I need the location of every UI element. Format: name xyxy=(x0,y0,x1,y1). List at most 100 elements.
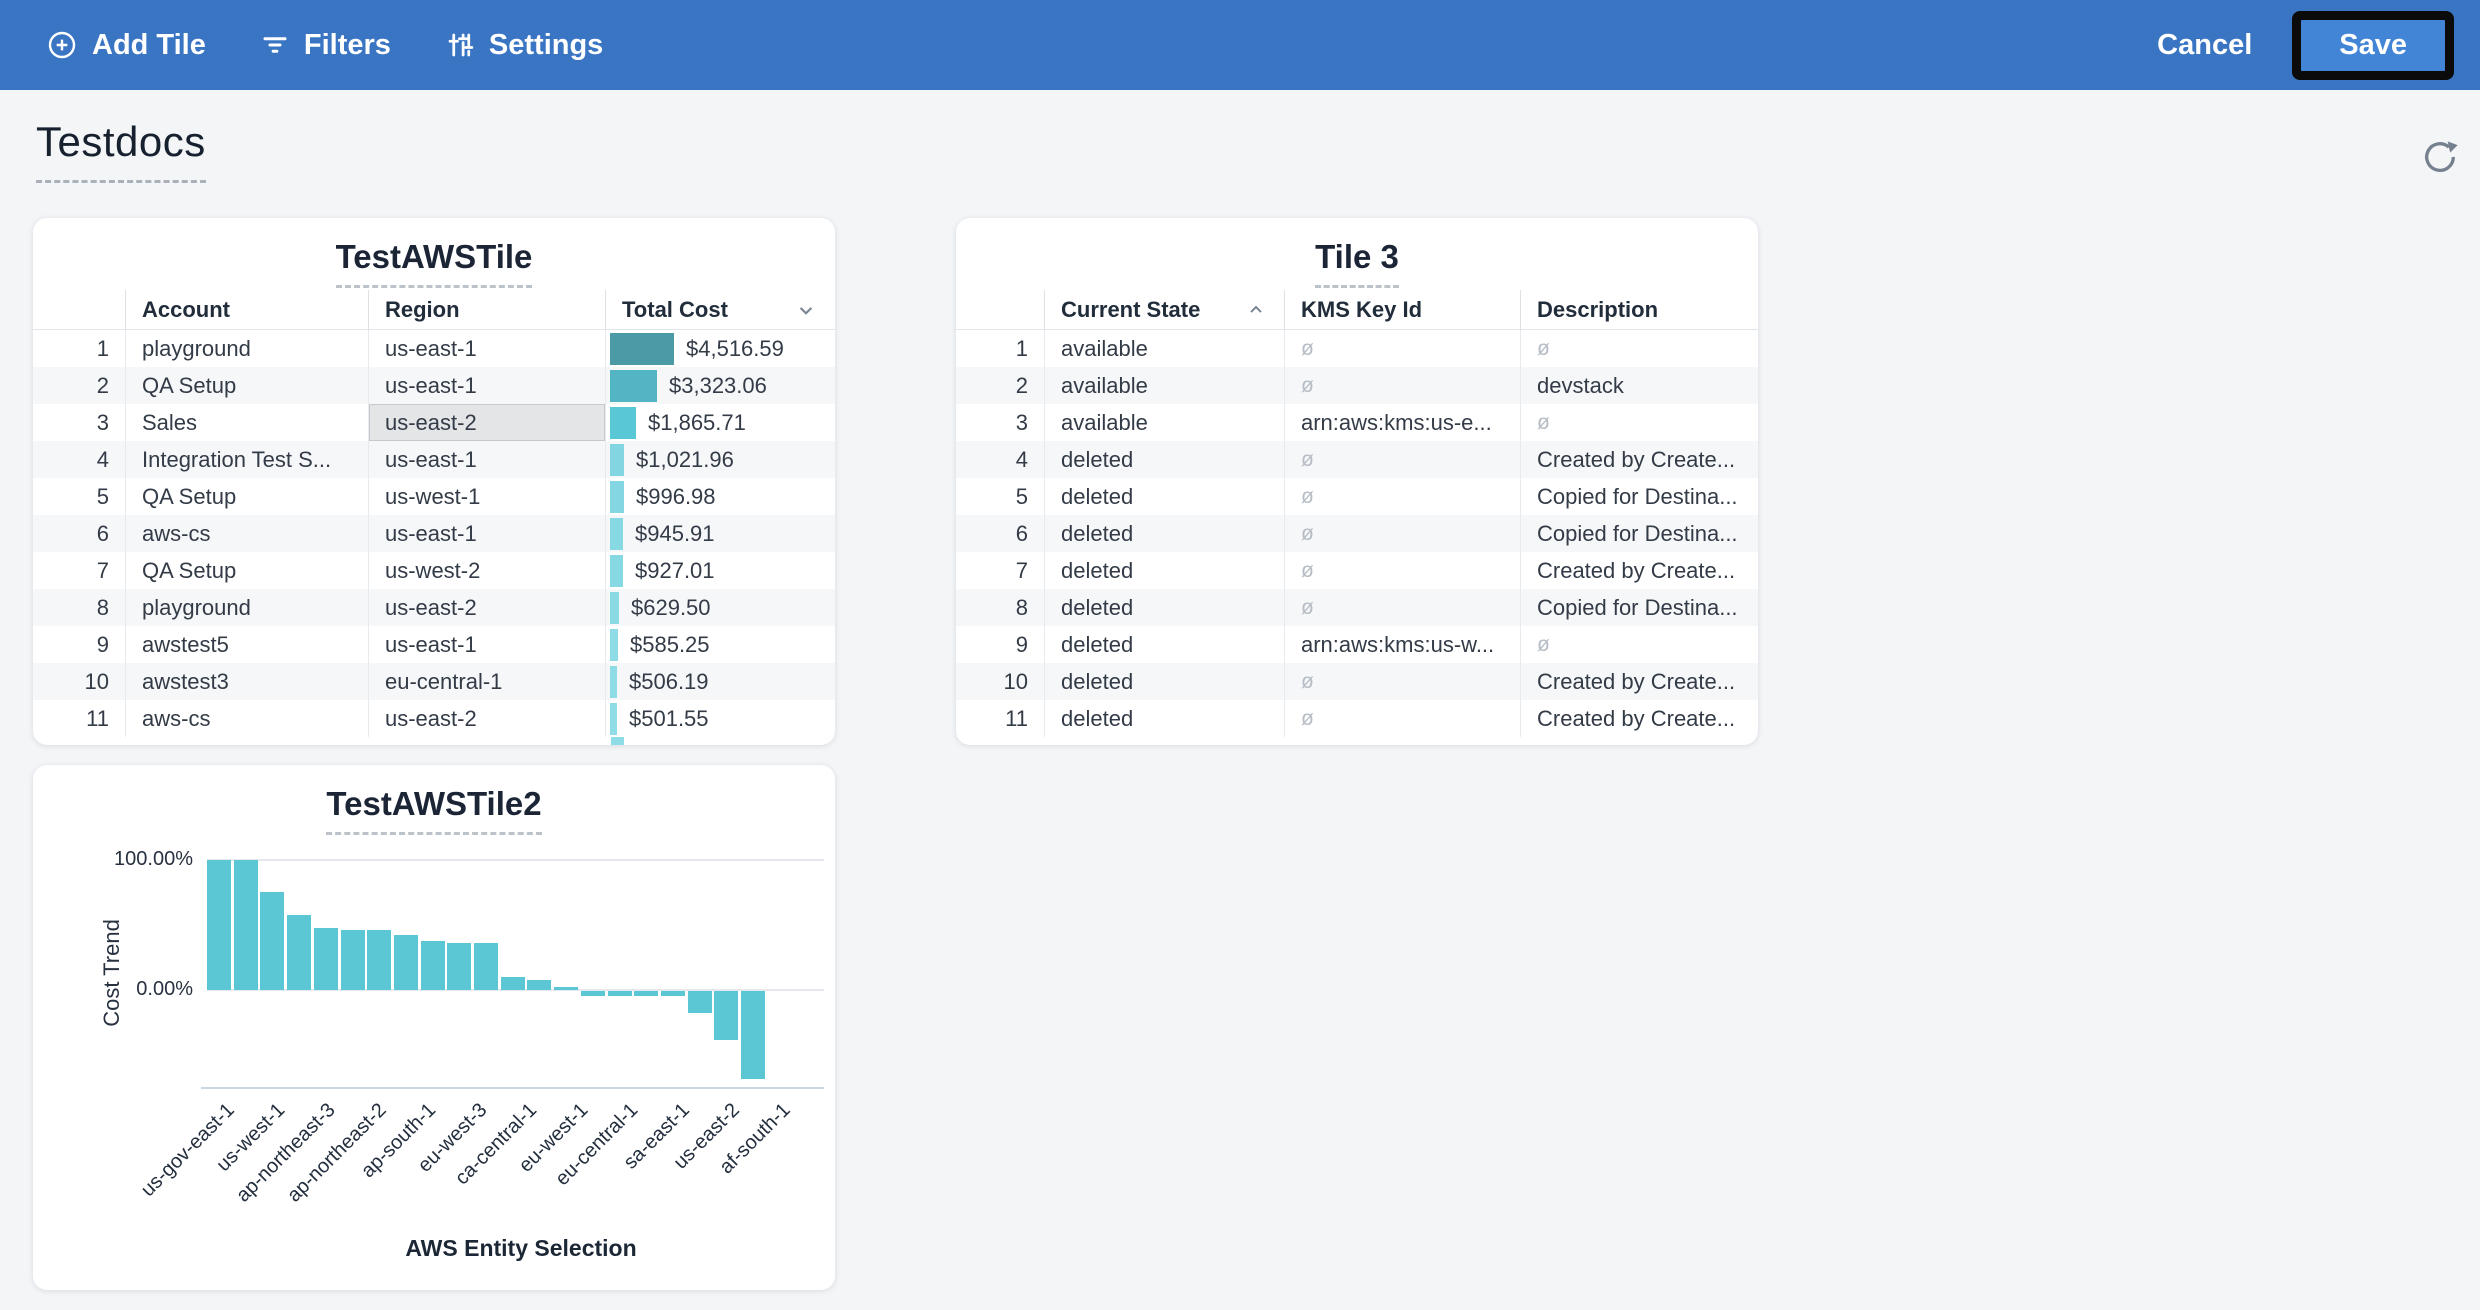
description-cell[interactable]: Copied for Destina... xyxy=(1520,515,1758,552)
total-cost-cell[interactable]: $506.19 xyxy=(605,663,835,700)
total-cost-cell[interactable]: $996.98 xyxy=(605,478,835,515)
bar[interactable] xyxy=(421,941,445,990)
bar[interactable] xyxy=(741,991,765,1079)
total-cost-cell[interactable]: $945.91 xyxy=(605,515,835,552)
current-state-cell[interactable]: deleted xyxy=(1044,478,1284,515)
bar[interactable] xyxy=(207,860,231,990)
kms-key-id-cell[interactable]: ø xyxy=(1284,367,1520,404)
account-cell[interactable]: Sales xyxy=(125,404,368,441)
bar[interactable] xyxy=(608,991,632,996)
save-button[interactable]: Save xyxy=(2301,20,2445,71)
bar[interactable] xyxy=(287,915,311,990)
account-cell[interactable]: QA Setup xyxy=(125,478,368,515)
current-state-cell[interactable]: deleted xyxy=(1044,663,1284,700)
kms-key-id-cell[interactable]: ø xyxy=(1284,515,1520,552)
account-cell[interactable]: aws-cs xyxy=(125,700,368,737)
settings-button[interactable]: Settings xyxy=(445,29,603,62)
region-cell[interactable]: us-east-2 xyxy=(368,404,605,441)
current-state-cell[interactable]: deleted xyxy=(1044,626,1284,663)
total-cost-cell[interactable]: $1,021.96 xyxy=(605,441,835,478)
bar[interactable] xyxy=(260,892,284,990)
account-cell[interactable]: awstest5 xyxy=(125,626,368,663)
refresh-button[interactable] xyxy=(2418,136,2462,180)
region-cell[interactable]: us-east-1 xyxy=(368,626,605,663)
bar[interactable] xyxy=(234,860,258,990)
description-cell[interactable]: Copied for Destina... xyxy=(1520,589,1758,626)
bar-chart[interactable]: 100.00% 0.00% Cost Trend us-gov-east-1us… xyxy=(33,765,835,1290)
column-header-current-state[interactable]: Current State xyxy=(1044,290,1284,329)
column-header-kms-key-id[interactable]: KMS Key Id xyxy=(1284,290,1520,329)
total-cost-cell[interactable]: $4,516.59 xyxy=(605,330,835,367)
column-header-description[interactable]: Description xyxy=(1520,290,1758,329)
current-state-cell[interactable]: available xyxy=(1044,404,1284,441)
bar[interactable] xyxy=(341,930,365,990)
description-cell[interactable]: devstack xyxy=(1520,367,1758,404)
description-cell[interactable]: Created by Create... xyxy=(1520,441,1758,478)
bar[interactable] xyxy=(714,991,738,1040)
total-cost-cell[interactable]: $1,865.71 xyxy=(605,404,835,441)
region-cell[interactable]: us-east-1 xyxy=(368,367,605,404)
column-header-region[interactable]: Region xyxy=(368,290,605,329)
account-cell[interactable]: aws-cs xyxy=(125,515,368,552)
region-cell[interactable]: us-east-2 xyxy=(368,589,605,626)
region-cell[interactable]: us-east-1 xyxy=(368,441,605,478)
current-state-cell[interactable]: deleted xyxy=(1044,700,1284,737)
region-cell[interactable]: us-east-2 xyxy=(368,700,605,737)
region-cell[interactable]: us-west-2 xyxy=(368,552,605,589)
cancel-button[interactable]: Cancel xyxy=(2157,29,2252,62)
account-cell[interactable]: awstest3 xyxy=(125,663,368,700)
description-cell[interactable]: ø xyxy=(1520,626,1758,663)
account-cell[interactable]: QA Setup xyxy=(125,367,368,404)
bar[interactable] xyxy=(474,943,498,990)
kms-key-id-cell[interactable]: arn:aws:kms:us-w... xyxy=(1284,626,1520,663)
bar[interactable] xyxy=(501,977,525,990)
description-cell[interactable]: Created by Create... xyxy=(1520,552,1758,589)
kms-key-id-cell[interactable]: ø xyxy=(1284,330,1520,367)
account-cell[interactable]: QA Setup xyxy=(125,552,368,589)
current-state-cell[interactable]: deleted xyxy=(1044,441,1284,478)
region-cell[interactable]: us-east-1 xyxy=(368,330,605,367)
kms-key-id-cell[interactable]: arn:aws:kms:us-e... xyxy=(1284,404,1520,441)
bar[interactable] xyxy=(367,930,391,990)
description-cell[interactable]: Created by Create... xyxy=(1520,663,1758,700)
column-header-account[interactable]: Account xyxy=(125,290,368,329)
bar[interactable] xyxy=(581,991,605,996)
bar[interactable] xyxy=(394,935,418,990)
kms-key-id-cell[interactable]: ø xyxy=(1284,700,1520,737)
region-cell[interactable]: us-east-1 xyxy=(368,515,605,552)
column-header-total-cost[interactable]: Total Cost xyxy=(605,290,835,329)
total-cost-cell[interactable]: $501.55 xyxy=(605,700,835,737)
bar[interactable] xyxy=(634,991,658,996)
current-state-cell[interactable]: deleted xyxy=(1044,589,1284,626)
current-state-cell[interactable]: available xyxy=(1044,330,1284,367)
current-state-cell[interactable]: deleted xyxy=(1044,515,1284,552)
add-tile-button[interactable]: Add Tile xyxy=(46,29,206,62)
total-cost-cell[interactable]: $629.50 xyxy=(605,589,835,626)
kms-key-id-cell[interactable]: ø xyxy=(1284,589,1520,626)
current-state-cell[interactable]: deleted xyxy=(1044,552,1284,589)
total-cost-cell[interactable]: $585.25 xyxy=(605,626,835,663)
account-cell[interactable]: Integration Test S... xyxy=(125,441,368,478)
total-cost-cell[interactable]: $3,323.06 xyxy=(605,367,835,404)
description-cell[interactable]: ø xyxy=(1520,404,1758,441)
kms-key-id-cell[interactable]: ø xyxy=(1284,441,1520,478)
filters-button[interactable]: Filters xyxy=(260,29,391,62)
total-cost-cell[interactable]: $927.01 xyxy=(605,552,835,589)
kms-key-id-cell[interactable]: ø xyxy=(1284,478,1520,515)
current-state-cell[interactable]: available xyxy=(1044,367,1284,404)
bar[interactable] xyxy=(527,980,551,990)
account-cell[interactable]: playground xyxy=(125,589,368,626)
region-cell[interactable]: eu-central-1 xyxy=(368,663,605,700)
bar[interactable] xyxy=(447,943,471,990)
account-cell[interactable]: playground xyxy=(125,330,368,367)
kms-key-id-cell[interactable]: ø xyxy=(1284,552,1520,589)
bar[interactable] xyxy=(688,991,712,1013)
bar[interactable] xyxy=(314,928,338,990)
kms-key-id-cell[interactable]: ø xyxy=(1284,663,1520,700)
description-cell[interactable]: Copied for Destina... xyxy=(1520,478,1758,515)
bar[interactable] xyxy=(554,987,578,990)
region-cell[interactable]: us-west-1 xyxy=(368,478,605,515)
bar[interactable] xyxy=(661,991,685,996)
description-cell[interactable]: Created by Create... xyxy=(1520,700,1758,737)
description-cell[interactable]: ø xyxy=(1520,330,1758,367)
